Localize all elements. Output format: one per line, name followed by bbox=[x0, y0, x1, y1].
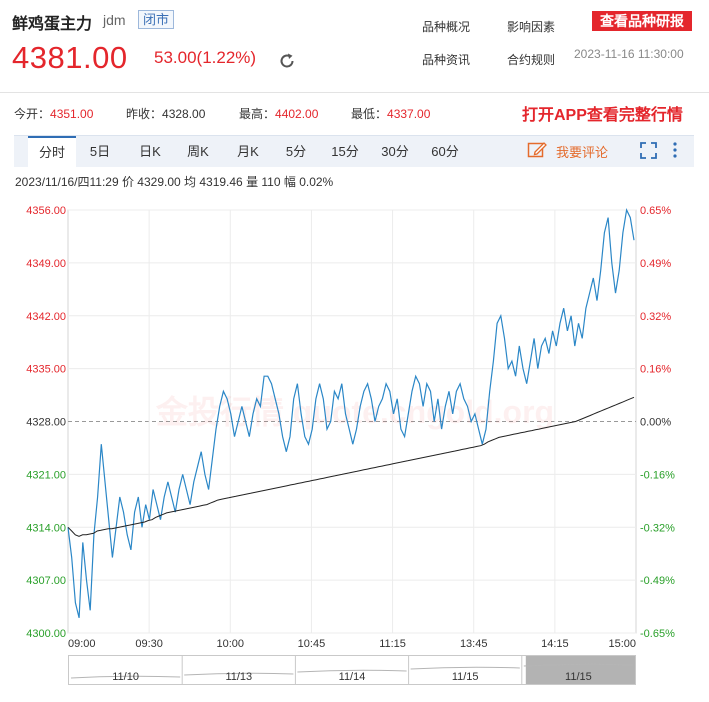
navigator-label: 11/15 bbox=[452, 671, 479, 683]
x-tick-label: 09:30 bbox=[135, 638, 163, 650]
current-price: 4381.00 bbox=[12, 40, 128, 75]
watermark-text: 金投行情 quote.cngold.org bbox=[155, 394, 554, 430]
x-tick-label: 11:15 bbox=[379, 638, 406, 650]
tab-daily[interactable]: 日K bbox=[126, 136, 174, 167]
tab-weekly[interactable]: 周K bbox=[174, 136, 222, 167]
y-tick-label-right: 0.00% bbox=[640, 417, 671, 429]
link-news[interactable]: 品种资讯 bbox=[422, 51, 470, 68]
edit-icon[interactable] bbox=[527, 141, 547, 159]
header-divider bbox=[0, 92, 709, 93]
link-rules[interactable]: 合约规则 bbox=[507, 51, 555, 68]
navigator-label: 11/10 bbox=[112, 671, 139, 683]
x-tick-label: 10:00 bbox=[217, 638, 245, 650]
navigator-chart[interactable]: 11/10 11/13 11/14 11/15 11/15 bbox=[69, 656, 635, 684]
fullscreen-icon[interactable] bbox=[640, 142, 657, 159]
navigator-label: 11/14 bbox=[339, 671, 366, 683]
navigator-label: 11/13 bbox=[225, 671, 252, 683]
y-tick-label: 4349.00 bbox=[26, 258, 66, 270]
y-tick-label: 4300.00 bbox=[26, 628, 66, 640]
market-status-badge: 闭市 bbox=[138, 10, 175, 29]
stat-high: 最高：4402.00 bbox=[239, 107, 319, 121]
price-change: 53.00(1.22%) bbox=[154, 48, 257, 67]
time-navigator[interactable]: 11/10 11/13 11/14 11/15 11/15 bbox=[68, 655, 636, 685]
chart-watermark: 金投行情 quote.cngold.org bbox=[155, 394, 554, 430]
stat-prev-close: 昨收：4328.00 bbox=[126, 107, 206, 121]
open-app-banner[interactable]: 打开APP查看完整行情 bbox=[522, 101, 683, 125]
y-tick-label: 4342.00 bbox=[26, 311, 66, 323]
y-tick-label: 4314.00 bbox=[26, 522, 66, 534]
quote-time: 2023-11-16 11:30:00 bbox=[574, 47, 684, 61]
intraday-chart[interactable]: 金投行情 quote.cngold.org 4356.00 0.65% 4349.0… bbox=[0, 195, 709, 655]
stat-open: 今开：4351.00 bbox=[14, 107, 94, 121]
navigator-label: 11/15 bbox=[565, 671, 592, 683]
y-tick-label: 4335.00 bbox=[26, 364, 66, 376]
instrument-name: 鲜鸡蛋主力 bbox=[12, 16, 93, 33]
x-tick-label: 10:45 bbox=[298, 638, 326, 650]
y-tick-label-right: 0.49% bbox=[640, 258, 671, 270]
tab-5min[interactable]: 5分 bbox=[272, 136, 320, 167]
tab-5day[interactable]: 5日 bbox=[76, 136, 124, 167]
y-tick-label-right: 0.16% bbox=[640, 364, 671, 376]
link-factors[interactable]: 影响因素 bbox=[507, 18, 555, 35]
y-tick-label: 4356.00 bbox=[26, 205, 66, 217]
tab-15min[interactable]: 15分 bbox=[320, 136, 370, 167]
y-tick-label: 4307.00 bbox=[26, 575, 66, 587]
x-tick-label: 09:00 bbox=[68, 638, 96, 650]
y-tick-label-right: 0.65% bbox=[640, 205, 671, 217]
y-tick-label: 4321.00 bbox=[26, 469, 66, 481]
y-tick-label-right: -0.32% bbox=[640, 522, 675, 534]
crosshair-info: 2023/11/16/四11:29 价 4329.00 均 4319.46 量 … bbox=[15, 175, 334, 189]
x-tick-label: 14:15 bbox=[541, 638, 569, 650]
y-tick-label-right: -0.49% bbox=[640, 575, 675, 587]
y-tick-label-right: 0.32% bbox=[640, 311, 671, 323]
instrument-code: jdm bbox=[103, 12, 126, 28]
x-tick-label: 13:45 bbox=[460, 638, 488, 650]
more-icon[interactable] bbox=[671, 141, 679, 159]
link-overview[interactable]: 品种概况 bbox=[422, 18, 470, 35]
tab-intraday[interactable]: 分时 bbox=[28, 136, 76, 167]
tab-60min[interactable]: 60分 bbox=[420, 136, 470, 167]
tab-monthly[interactable]: 月K bbox=[224, 136, 272, 167]
y-tick-label: 4328.00 bbox=[26, 417, 66, 429]
refresh-icon[interactable] bbox=[278, 52, 296, 70]
y-tick-label-right: -0.65% bbox=[640, 628, 675, 640]
x-tick-label: 15:00 bbox=[608, 638, 636, 650]
y-tick-label-right: -0.16% bbox=[640, 469, 675, 481]
stat-low: 最低：4337.00 bbox=[351, 107, 431, 121]
tab-30min[interactable]: 30分 bbox=[370, 136, 420, 167]
navigator-trend bbox=[410, 666, 520, 670]
research-report-button[interactable]: 查看品种研报 bbox=[592, 11, 692, 31]
comment-button[interactable]: 我要评论 bbox=[556, 142, 608, 161]
